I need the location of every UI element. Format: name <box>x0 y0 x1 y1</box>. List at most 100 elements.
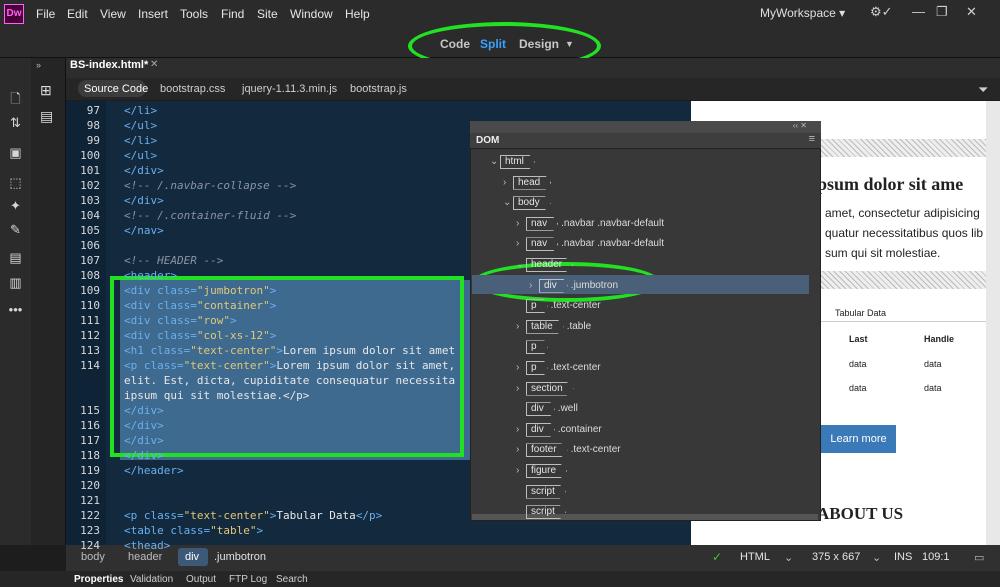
expand-icon[interactable]: › <box>516 321 526 332</box>
dom-tag[interactable]: script <box>526 484 566 499</box>
dom-tag[interactable]: script <box>526 505 566 520</box>
menu-tools[interactable]: Tools <box>180 7 208 21</box>
menu-help[interactable]: Help <box>345 7 370 21</box>
settings-icon[interactable]: ⚙✓ <box>870 4 893 20</box>
dom-tag[interactable]: section <box>526 381 574 396</box>
menu-find[interactable]: Find <box>221 7 244 21</box>
dom-node-figure[interactable]: › figure <box>516 462 568 478</box>
snippet-icon[interactable]: ▤ <box>0 250 31 266</box>
bottom-tab[interactable]: Validation <box>130 574 173 585</box>
related-file-tab[interactable]: Source Code <box>84 83 148 95</box>
wand-icon[interactable]: ✦ <box>0 198 31 214</box>
bottom-tab[interactable]: Properties <box>74 574 123 585</box>
dom-node-html[interactable]: ⌄ html <box>490 153 535 169</box>
dom-tag[interactable]: div <box>526 422 555 437</box>
insert-mode[interactable]: INS <box>894 551 912 563</box>
expand-icon[interactable]: › <box>516 424 526 435</box>
minimize-icon[interactable]: — <box>912 4 925 19</box>
menu-edit[interactable]: Edit <box>67 7 88 21</box>
dom-tag[interactable]: figure <box>526 464 568 478</box>
dom-tag[interactable]: html <box>500 155 535 169</box>
structure-icon[interactable]: ⊞ <box>40 82 52 99</box>
restore-icon[interactable]: ❐ <box>936 4 948 20</box>
bottom-tab[interactable]: FTP Log <box>229 574 267 585</box>
crumb-body[interactable]: body <box>81 551 105 563</box>
collapse-icon[interactable]: » <box>36 60 41 70</box>
crumb-class[interactable]: .jumbotron <box>214 551 266 563</box>
menu-window[interactable]: Window <box>290 7 333 21</box>
expand-icon[interactable]: ⌄ <box>490 156 500 167</box>
dom-node-section[interactable]: › section <box>516 380 574 396</box>
related-file-tab[interactable]: bootstrap.css <box>160 83 225 95</box>
document-tab[interactable]: BS-index.html* <box>70 59 148 71</box>
doctype-dropdown-icon[interactable]: ⌄ <box>784 551 793 564</box>
dom-node-div[interactable]: › div .jumbotron <box>529 277 618 293</box>
dom-tag[interactable]: body <box>513 196 551 211</box>
dom-tag[interactable]: div <box>526 402 555 417</box>
code-navigator-icon[interactable]: ▣ <box>0 145 31 161</box>
expand-icon[interactable]: › <box>516 362 526 373</box>
live-scrollbar[interactable] <box>986 101 1000 545</box>
dom-tab[interactable]: DOM <box>476 135 499 146</box>
close-icon[interactable]: ✕ <box>966 4 977 20</box>
menu-file[interactable]: File <box>36 7 55 21</box>
expand-icon[interactable]: › <box>503 177 513 188</box>
expand-icon[interactable]: ⌄ <box>503 197 513 208</box>
dom-tag[interactable]: div <box>539 278 568 293</box>
dom-node-p[interactable]: p .text-center <box>516 297 601 314</box>
expand-icon[interactable]: › <box>516 444 526 455</box>
dom-node-p[interactable]: p <box>516 338 548 355</box>
dom-node-script[interactable]: script <box>516 483 566 499</box>
dom-tag[interactable]: p <box>526 340 548 355</box>
related-file-tab[interactable]: jquery-1.11.3.min.js <box>242 83 337 95</box>
dom-node-head[interactable]: › head <box>503 174 552 190</box>
learn-more-button[interactable]: Learn more <box>821 425 896 453</box>
dom-node-nav[interactable]: › nav .navbar .navbar-default <box>516 235 664 252</box>
dom-node-body[interactable]: ⌄ body <box>503 194 551 211</box>
expand-icon[interactable]: › <box>516 465 526 476</box>
dom-tag[interactable]: p <box>526 299 548 314</box>
dom-tag[interactable]: head <box>513 175 552 190</box>
filter-icon[interactable]: ⏷ <box>978 82 988 98</box>
select-icon[interactable]: ⬚ <box>0 175 31 191</box>
document-type[interactable]: HTML <box>740 551 770 563</box>
bottom-tab[interactable]: Search <box>276 574 308 585</box>
dom-menu-icon[interactable]: ≡ <box>809 133 815 145</box>
crumb-header[interactable]: header <box>128 551 162 563</box>
related-file-tab[interactable]: bootstrap.js <box>350 83 407 95</box>
dom-node-div[interactable]: › div .container <box>516 421 602 437</box>
validation-ok-icon[interactable]: ✓ <box>712 550 722 564</box>
menu-view[interactable]: View <box>100 7 126 21</box>
expand-icon[interactable]: › <box>516 218 526 229</box>
preview-icon[interactable]: ▭ <box>974 551 984 564</box>
bottom-tab[interactable]: Output <box>186 574 216 585</box>
window-size[interactable]: 375 x 667 <box>812 551 860 563</box>
size-dropdown-icon[interactable]: ⌄ <box>872 551 881 564</box>
file-icon[interactable]: 🗋 <box>0 90 31 112</box>
tab-close-icon[interactable]: ✕ <box>150 59 158 70</box>
dom-tag[interactable]: header <box>526 258 574 272</box>
more-icon[interactable]: ••• <box>0 302 31 317</box>
brush-icon[interactable]: ✎ <box>0 222 31 238</box>
expand-icon[interactable]: › <box>516 383 526 394</box>
dom-node-nav[interactable]: › nav .navbar .navbar-default <box>516 215 664 231</box>
properties-panel-icon[interactable]: ▤ <box>40 108 53 125</box>
comment-icon[interactable]: ▥ <box>0 275 31 291</box>
crumb-div[interactable]: div <box>185 551 199 563</box>
dom-tag[interactable]: p <box>526 361 548 375</box>
dom-node-script[interactable]: script <box>516 503 566 520</box>
expand-icon[interactable]: ⌄ <box>516 259 526 270</box>
menu-insert[interactable]: Insert <box>138 7 168 21</box>
workspace-switcher[interactable]: MyWorkspace ▾ <box>760 6 845 20</box>
dom-node-footer[interactable]: › footer .text-center <box>516 441 621 458</box>
dom-node-table[interactable]: › table .table <box>516 318 591 334</box>
expand-icon[interactable]: › <box>516 238 526 249</box>
dom-node-div[interactable]: div .well <box>516 400 578 417</box>
dom-node-p[interactable]: › p .text-center <box>516 359 601 375</box>
dom-tag[interactable]: nav <box>526 216 559 231</box>
dom-tag[interactable]: table <box>526 319 564 334</box>
dom-tag[interactable]: footer <box>526 443 568 458</box>
dom-node-header[interactable]: ⌄ header <box>516 256 574 272</box>
dom-tag[interactable]: nav <box>526 237 559 252</box>
sort-icon[interactable]: ⇅ <box>0 115 31 131</box>
